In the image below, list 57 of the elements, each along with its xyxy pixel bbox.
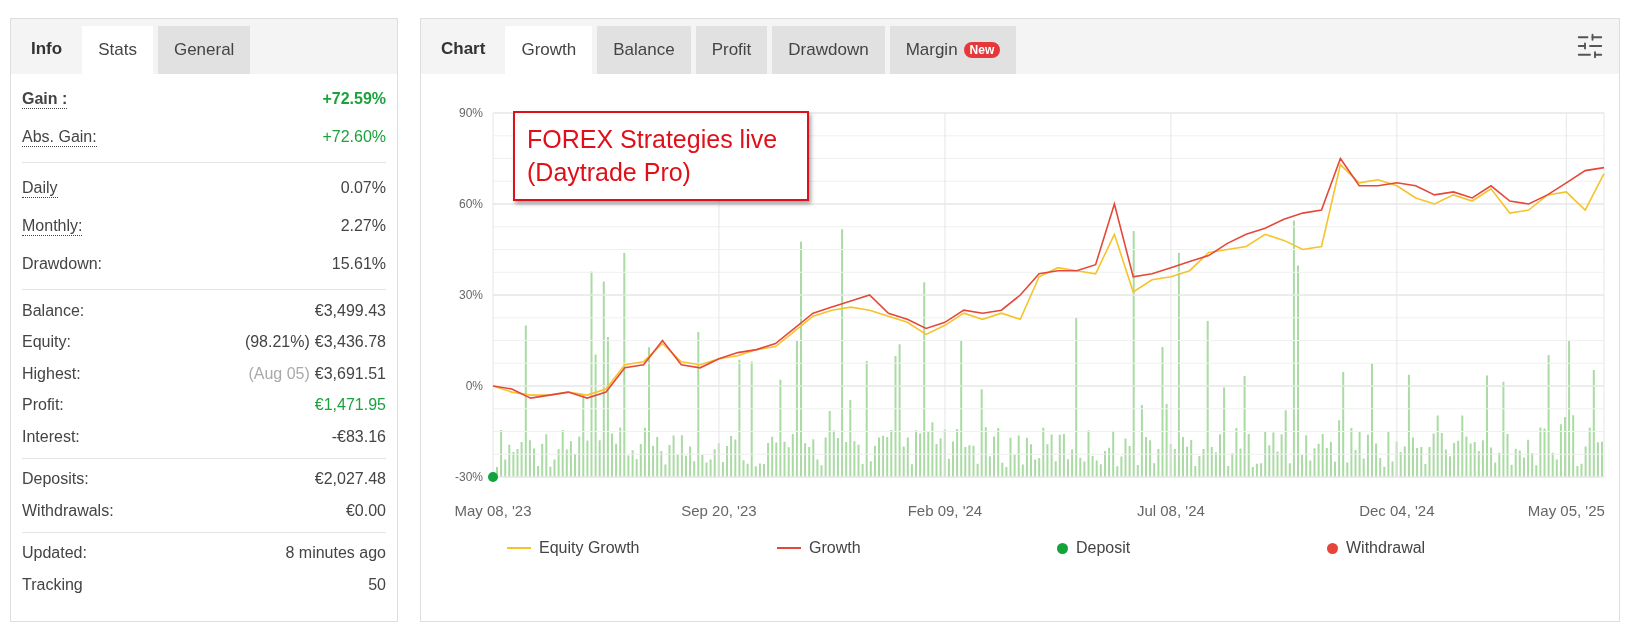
x-axis-label: May 05, '25 (1527, 502, 1605, 519)
panel-heading: Chart (440, 39, 487, 60)
stat-label: Updated: (22, 544, 87, 563)
stat-label: Equity: (22, 333, 71, 352)
stat-label: Monthly: (22, 216, 83, 236)
stat-label: Highest: (22, 364, 81, 383)
x-axis-label: Feb 09, '24 (907, 502, 983, 519)
tab[interactable]: General (157, 26, 251, 74)
tab[interactable]: Stats (82, 26, 153, 74)
legend-label: Deposit (1076, 539, 1131, 557)
stat-label: Daily (22, 178, 58, 198)
stat-label: Deposits: (22, 470, 89, 489)
stat-value: €1,471.95 (314, 396, 386, 415)
y-axis-label: 30% (458, 288, 483, 302)
stat-value: 50 (368, 575, 386, 594)
stat-value: 2.27% (340, 217, 386, 235)
stat-value: +72.59% (322, 90, 386, 108)
stat-value: €3,691.51 (314, 364, 386, 383)
stat-value: +72.60% (322, 128, 386, 146)
stat-note: (98.21%) (244, 333, 310, 352)
y-axis-label: -30% (455, 470, 483, 484)
x-axis-label: Dec 04, '24 (1359, 502, 1435, 519)
stat-label: Profit: (22, 396, 64, 415)
tab[interactable]: Growth (505, 26, 593, 74)
tab[interactable]: Margin New (889, 26, 1017, 74)
new-badge: New (963, 42, 1001, 58)
stat-value: 15.61% (331, 255, 386, 273)
y-axis-label: 90% (458, 106, 483, 120)
chart-title-note: FOREX Strategies live (Daytrade Pro) (513, 111, 809, 201)
legend-label: Equity Growth (539, 539, 640, 557)
settings-icon[interactable] (1575, 31, 1605, 61)
stat-value: €0.00 (345, 501, 386, 520)
stat-value: €3,499.43 (314, 301, 386, 320)
panel-heading: Info (30, 39, 64, 60)
tab[interactable]: Balance (597, 26, 691, 74)
stat-label: Drawdown: (22, 255, 103, 273)
stat-label: Balance: (22, 301, 85, 320)
stat-label: Abs. Gain: (22, 127, 97, 147)
x-axis-label: Sep 20, '23 (681, 502, 757, 519)
x-axis-label: May 08, '23 (454, 502, 532, 519)
y-axis-label: 60% (458, 197, 483, 211)
stat-value: €3,436.78 (314, 333, 386, 352)
legend-label: Growth (809, 539, 861, 557)
x-axis-label: Jul 08, '24 (1136, 502, 1205, 519)
stat-value: €2,027.48 (314, 470, 386, 489)
stat-value: -€83.16 (331, 427, 386, 446)
y-axis-label: 0% (465, 379, 483, 393)
stat-value: 0.07% (340, 179, 386, 197)
tab[interactable]: Drawdown (772, 26, 885, 74)
tab[interactable]: Profit (695, 26, 768, 74)
legend-label: Withdrawal (1346, 539, 1426, 557)
stat-label: Withdrawals: (22, 501, 114, 520)
stat-note: (Aug 05) (248, 364, 310, 383)
stat-value: 8 minutes ago (285, 544, 386, 563)
stat-label: Tracking (22, 575, 83, 594)
stat-label: Gain : (22, 89, 68, 109)
stat-label: Interest: (22, 427, 80, 446)
